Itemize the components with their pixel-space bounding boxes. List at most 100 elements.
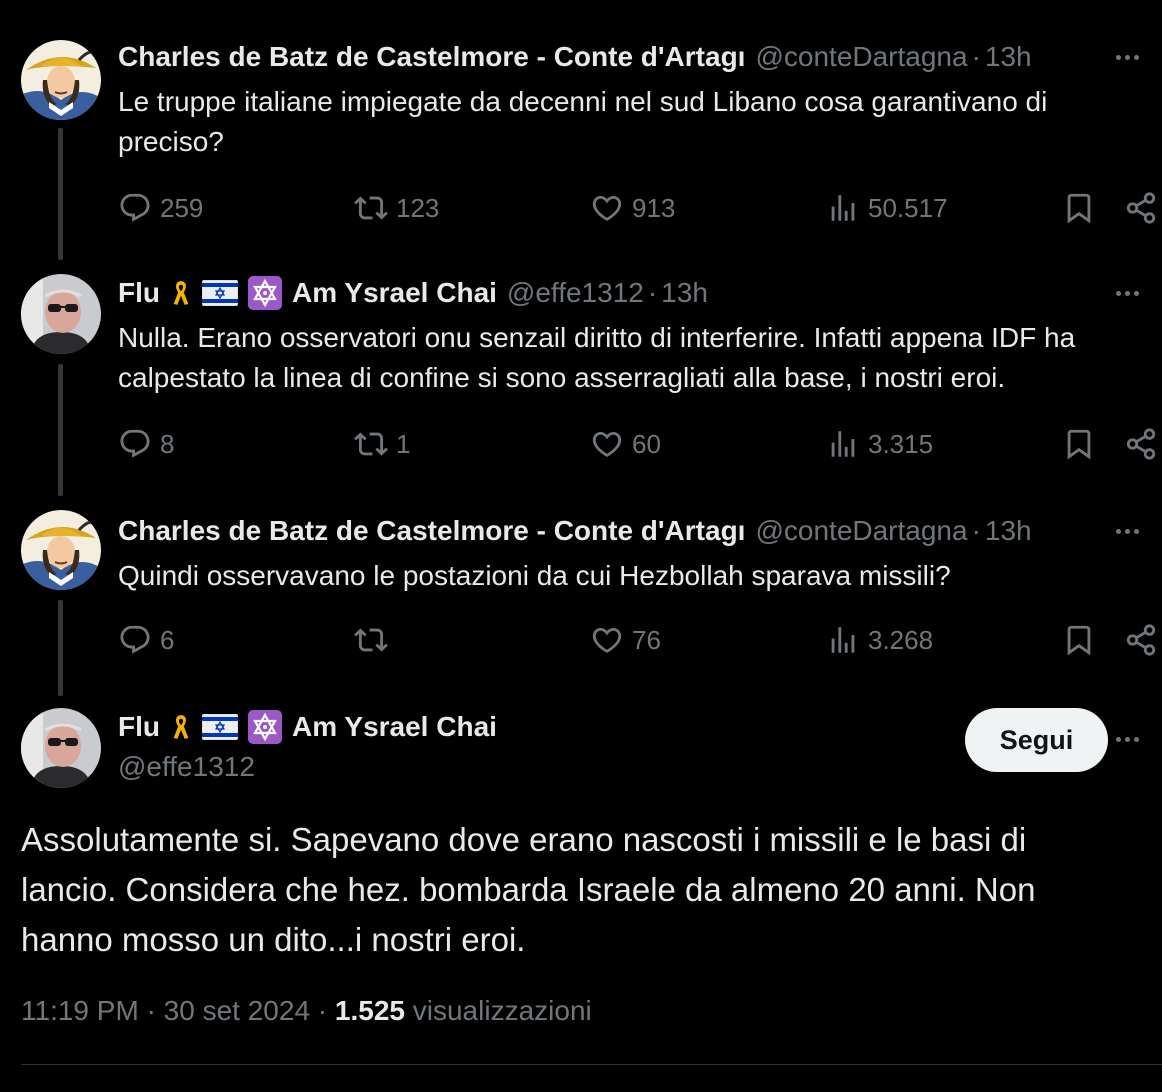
- tweet-meta: 11:19 PM · 30 set 2024 · 1.525 visualizz…: [21, 995, 592, 1027]
- author-handle[interactable]: @effe1312: [118, 751, 255, 783]
- bookmark-button[interactable]: [1062, 424, 1096, 464]
- retweet-icon: [354, 427, 388, 461]
- timestamp[interactable]: 13h: [985, 41, 1032, 73]
- tweet-text: Quindi osservavano le postazioni da cui …: [118, 560, 951, 591]
- retweet-count: 1: [396, 428, 411, 459]
- more-options-icon[interactable]: [1112, 40, 1142, 74]
- israel-flag-icon: [202, 280, 238, 306]
- retweet-button[interactable]: 123: [354, 188, 439, 228]
- views-count: 3.268: [868, 624, 934, 655]
- more-options-icon[interactable]: [1112, 276, 1142, 310]
- like-button[interactable]: 60: [590, 424, 661, 464]
- author-name[interactable]: Flu: [118, 711, 160, 743]
- yellow-ribbon-icon: [170, 276, 192, 310]
- timestamp[interactable]: 13h: [661, 277, 708, 309]
- separator-dot: ·: [146, 995, 156, 1026]
- bookmark-icon: [1062, 623, 1096, 657]
- views-count: 3.315: [868, 428, 934, 459]
- retweet-button[interactable]: 1: [354, 424, 410, 464]
- separator-dot: ·: [971, 41, 981, 72]
- bar-chart-icon: [826, 427, 860, 461]
- author-handle[interactable]: @effe1312: [507, 277, 644, 309]
- follow-button[interactable]: Segui: [965, 708, 1108, 772]
- tweet-header: Flu Am Ysrael Chai: [118, 710, 902, 744]
- bookmark-button[interactable]: [1062, 188, 1096, 228]
- post-time[interactable]: 11:19 PM: [21, 995, 139, 1026]
- share-button[interactable]: [1124, 620, 1158, 660]
- retweet-icon: [354, 191, 388, 225]
- bar-chart-icon: [826, 623, 860, 657]
- retweet-icon: [354, 623, 388, 657]
- share-icon: [1124, 191, 1158, 225]
- bookmark-button[interactable]: [1062, 620, 1096, 660]
- more-options-icon[interactable]: [1112, 514, 1142, 548]
- timestamp[interactable]: 13h: [985, 515, 1032, 547]
- reply-icon: [118, 427, 152, 461]
- like-count: 60: [632, 428, 661, 459]
- israel-flag-icon: [202, 714, 238, 740]
- reply-button[interactable]: 8: [118, 424, 174, 464]
- tweet-header: Flu Am Ysrael Chai @effe1312 · 13h: [118, 276, 1092, 310]
- reply-icon: [118, 623, 152, 657]
- share-icon: [1124, 623, 1158, 657]
- reply-count: 6: [160, 624, 175, 655]
- author-name[interactable]: Charles de Batz de Castelmore - Conte d'…: [118, 515, 745, 547]
- avatar[interactable]: [21, 40, 101, 120]
- post-date[interactable]: 30 set 2024: [164, 995, 310, 1026]
- reply-count: 259: [160, 192, 204, 223]
- retweet-button[interactable]: [354, 620, 396, 660]
- views-button[interactable]: 3.315: [826, 424, 933, 464]
- reply-icon: [118, 191, 152, 225]
- bookmark-icon: [1062, 427, 1096, 461]
- heart-icon: [590, 427, 624, 461]
- tweet[interactable]: Charles de Batz de Castelmore - Conte d'…: [0, 0, 1162, 250]
- avatar[interactable]: [21, 274, 101, 354]
- more-options-icon[interactable]: [1112, 722, 1142, 756]
- star-of-david-icon: [248, 276, 282, 310]
- bar-chart-icon: [826, 191, 860, 225]
- views-count: 1.525: [334, 995, 405, 1026]
- author-name-suffix[interactable]: Am Ysrael Chai: [292, 711, 497, 743]
- heart-icon: [590, 191, 624, 225]
- divider: [21, 1064, 1162, 1065]
- main-tweet-text: Assolutamente si. Sapevano dove erano na…: [21, 821, 1036, 958]
- views-button[interactable]: 50.517: [826, 188, 948, 228]
- reply-count: 8: [160, 428, 175, 459]
- author-name[interactable]: Flu: [118, 277, 160, 309]
- action-bar: 8 1 60 3.315: [118, 424, 1162, 464]
- separator-dot: ·: [647, 277, 658, 308]
- yellow-ribbon-icon: [170, 710, 192, 744]
- tweet[interactable]: Charles de Batz de Castelmore - Conte d'…: [0, 490, 1162, 690]
- tweet-header: Charles de Batz de Castelmore - Conte d'…: [118, 514, 1092, 548]
- retweet-count: 123: [396, 192, 440, 223]
- reply-button[interactable]: 6: [118, 620, 174, 660]
- avatar[interactable]: [21, 510, 101, 590]
- tweet[interactable]: Flu Am Ysrael Chai @effe1312 · 13h Nulla…: [0, 250, 1162, 490]
- handle-row: @effe1312: [118, 750, 902, 784]
- views-label: visualizzazioni: [412, 995, 592, 1026]
- heart-icon: [590, 623, 624, 657]
- separator-dot: ·: [317, 995, 328, 1026]
- action-bar: 6 76 3.268: [118, 620, 1162, 660]
- author-handle[interactable]: @conteDartagna: [755, 41, 967, 73]
- reply-button[interactable]: 259: [118, 188, 203, 228]
- avatar[interactable]: [21, 708, 101, 788]
- star-of-david-icon: [248, 710, 282, 744]
- tweet-header: Charles de Batz de Castelmore - Conte d'…: [118, 40, 1092, 74]
- share-icon: [1124, 427, 1158, 461]
- author-handle[interactable]: @conteDartagna: [755, 515, 967, 547]
- like-count: 76: [632, 624, 661, 655]
- author-name-suffix[interactable]: Am Ysrael Chai: [292, 277, 497, 309]
- author-name[interactable]: Charles de Batz de Castelmore - Conte d'…: [118, 41, 745, 73]
- views-button[interactable]: 3.268: [826, 620, 933, 660]
- share-button[interactable]: [1124, 188, 1158, 228]
- views-count: 50.517: [868, 192, 948, 223]
- tweet-text: Nulla. Erano osservatori onu senzail dir…: [118, 322, 1076, 393]
- action-bar: 259 123 913 50.517: [118, 188, 1162, 228]
- tweet-text: Le truppe italiane impiegate da decenni …: [118, 86, 1048, 157]
- like-button[interactable]: 76: [590, 620, 661, 660]
- like-button[interactable]: 913: [590, 188, 675, 228]
- like-count: 913: [632, 192, 676, 223]
- share-button[interactable]: [1124, 424, 1158, 464]
- separator-dot: ·: [971, 515, 981, 546]
